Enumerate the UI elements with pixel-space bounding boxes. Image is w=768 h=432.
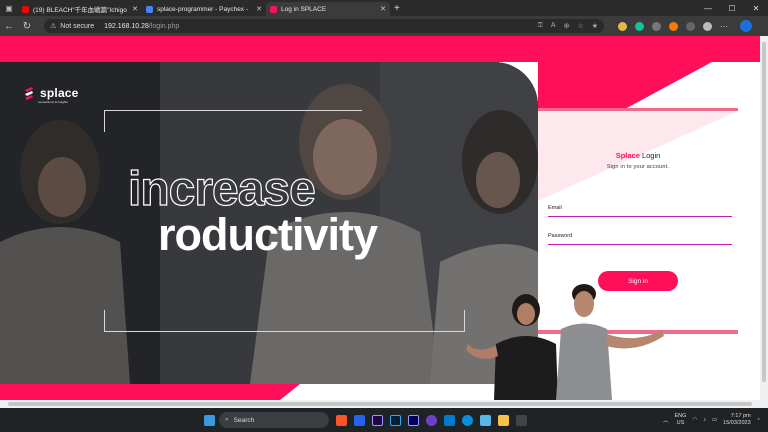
- chevron-up-icon[interactable]: ︿: [663, 416, 669, 424]
- start-icon[interactable]: [200, 411, 218, 429]
- headline-frame-top: [104, 110, 362, 132]
- password-field[interactable]: Password: [548, 231, 732, 245]
- taskbar-apps: [200, 411, 218, 429]
- notepad-icon[interactable]: [476, 411, 494, 429]
- reload-icon[interactable]: ↻: [18, 16, 36, 36]
- edge-icon[interactable]: [458, 411, 476, 429]
- login-subtitle: Sign in to your account.: [606, 164, 670, 170]
- clock[interactable]: 7:17 pm 15/03/2023: [723, 413, 751, 427]
- battery-icon[interactable]: ▭: [712, 417, 717, 423]
- tab-actions-icon[interactable]: ▣: [0, 0, 18, 16]
- back-arrow-icon[interactable]: ←: [0, 16, 18, 36]
- close-window-icon[interactable]: ✕: [744, 0, 768, 16]
- bottom-accent-shape: [0, 384, 300, 400]
- taskbar-search[interactable]: ⌕ Search: [219, 412, 329, 428]
- browser-toolbar: ← ↻ ⚠ Not secure 192.168.10.28/login.php…: [0, 16, 768, 36]
- headline-solid-word: roductivity: [158, 209, 378, 260]
- extension-puzzle-icon[interactable]: [652, 21, 661, 31]
- new-tab-icon[interactable]: +: [394, 3, 400, 14]
- search-icon: ⌕: [225, 416, 229, 423]
- bing-chat-icon[interactable]: [350, 411, 368, 429]
- profile-avatar-icon[interactable]: [703, 21, 712, 31]
- collections-icon[interactable]: [686, 21, 695, 31]
- more-menu-icon[interactable]: ⋯: [720, 22, 732, 31]
- clock-time: 7:17 pm: [730, 413, 751, 419]
- wifi-icon[interactable]: ◠: [692, 417, 697, 423]
- lang-bottom: US: [676, 420, 685, 426]
- tab-title: (19) BLEACH"千年血戦篇"Ichigo: [33, 7, 127, 14]
- tab-title: Log in SPLACE: [281, 5, 327, 13]
- clock-date: 15/03/2023: [723, 420, 751, 426]
- brave-icon[interactable]: [332, 411, 350, 429]
- grammarly-icon[interactable]: [635, 21, 644, 31]
- login-title-rest: Login: [639, 151, 661, 160]
- close-tab-icon[interactable]: ✕: [256, 5, 262, 13]
- file-explorer-icon[interactable]: [494, 411, 512, 429]
- splace-logo-icon: [25, 87, 33, 100]
- add-favorite-icon[interactable]: ☆: [577, 22, 583, 30]
- splace-favicon-icon: [270, 5, 277, 13]
- minimize-icon[interactable]: —: [696, 0, 720, 16]
- bing-icon[interactable]: [740, 20, 752, 32]
- url-host: 192.168.10.28: [104, 22, 149, 30]
- close-tab-icon[interactable]: ✕: [132, 5, 138, 13]
- zoom-icon[interactable]: ⊕: [564, 22, 570, 30]
- headline-outline-word: increase: [127, 163, 316, 216]
- splace-logo[interactable]: splace connections & insights: [22, 86, 79, 104]
- vertical-scrollbar[interactable]: [760, 36, 768, 400]
- volume-icon[interactable]: ♪: [703, 417, 706, 423]
- after-effects-icon[interactable]: [368, 411, 386, 429]
- search-label: Search: [233, 416, 255, 424]
- logo-tagline: connections & insights: [38, 100, 68, 104]
- email-field[interactable]: Email: [548, 203, 732, 217]
- taskbar-pinned-apps: [332, 411, 530, 429]
- close-tab-icon[interactable]: ✕: [380, 5, 386, 13]
- terminal-icon[interactable]: [512, 411, 530, 429]
- language-indicator[interactable]: ENG US: [674, 413, 686, 427]
- scrollbar-thumb[interactable]: [762, 42, 766, 382]
- lang-top: ENG: [674, 413, 687, 419]
- key-icon[interactable]: ⚿: [538, 22, 543, 30]
- extension-icon[interactable]: [618, 21, 627, 31]
- headline-frame-bottom: [104, 310, 465, 332]
- horizontal-scrollbar[interactable]: [0, 400, 768, 408]
- tab-title: splace-programmer - Paychex -: [157, 5, 249, 13]
- photoshop-icon[interactable]: [386, 411, 404, 429]
- url-path: /login.php: [148, 22, 180, 30]
- login-page: splace connections & insights increase r…: [0, 36, 760, 400]
- vscode-icon[interactable]: [440, 411, 458, 429]
- read-aloud-icon[interactable]: A: [551, 22, 556, 30]
- password-label: Password: [548, 233, 573, 239]
- logo-wordmark: splace: [40, 86, 79, 100]
- maximize-icon[interactable]: ☐: [720, 0, 744, 16]
- scrollbar-thumb[interactable]: [8, 402, 752, 406]
- favorites-icon[interactable]: ★: [592, 22, 598, 30]
- tab-login-splace[interactable]: Log in SPLACE ✕: [266, 2, 390, 16]
- login-title-brand: Splace: [615, 151, 640, 160]
- premiere-icon[interactable]: [404, 411, 422, 429]
- notifications-icon[interactable]: ◔: [757, 417, 760, 423]
- team-couple-image: [466, 284, 664, 400]
- system-tray: ︿ ENG US ◠ ♪ ▭ 7:17 pm 15/03/2023 ◔: [663, 408, 760, 432]
- browser-tab-bar: ▣ (19) BLEACH"千年血戦篇"Ichigo ✕ splace-prog…: [0, 0, 768, 16]
- warning-icon: ⚠: [50, 23, 57, 30]
- security-status[interactable]: Not secure: [60, 23, 94, 30]
- google-favicon-icon: [146, 5, 153, 13]
- tab-paychex[interactable]: splace-programmer - Paychex - ✕: [142, 2, 266, 16]
- github-icon[interactable]: [422, 411, 440, 429]
- address-bar[interactable]: ⚠ Not secure 192.168.10.28/login.php ⚿ A…: [44, 19, 604, 33]
- tab-bleach[interactable]: (19) BLEACH"千年血戦篇"Ichigo ✕: [18, 2, 142, 16]
- youtube-favicon-icon: [22, 5, 29, 13]
- extension-icon[interactable]: [669, 21, 678, 31]
- login-title: Splace Login: [538, 151, 738, 160]
- email-label: Email: [548, 205, 562, 211]
